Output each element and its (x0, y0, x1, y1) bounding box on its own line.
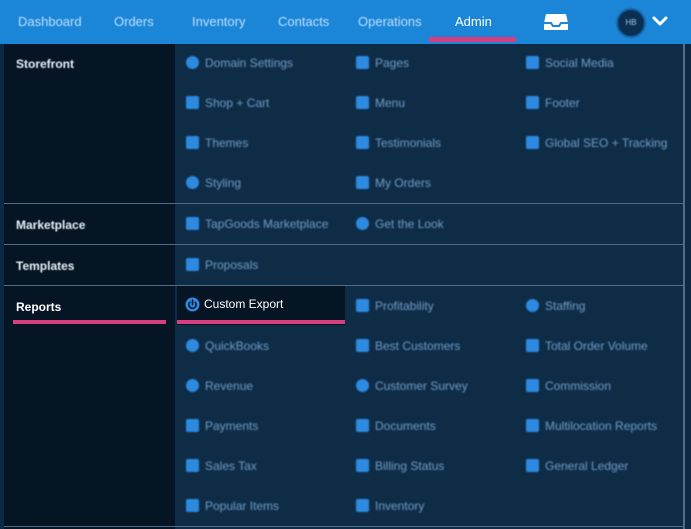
menu-item[interactable]: Styling (186, 173, 241, 193)
chat-icon (356, 136, 369, 149)
menu-item[interactable]: Proposals (186, 255, 258, 275)
users-icon (526, 379, 539, 392)
menu-item[interactable]: Popular Items (186, 496, 279, 516)
divider (4, 203, 685, 204)
trend-icon (526, 136, 539, 149)
menu-item[interactable]: Global SEO + Tracking (526, 133, 667, 153)
thumbs-up-icon (526, 56, 539, 69)
menu-item[interactable]: Multilocation Reports (526, 416, 657, 436)
menu-item[interactable]: Customer Survey (356, 376, 468, 396)
flag-icon (526, 419, 539, 432)
menu-item[interactable]: Documents (356, 416, 436, 436)
menu-item[interactable]: Payments (186, 416, 258, 436)
menu-item[interactable]: Domain Settings (186, 53, 293, 73)
quickbooks-icon (186, 339, 199, 352)
menu-item[interactable]: Inventory (356, 496, 424, 516)
divider (4, 526, 685, 527)
payments-icon (186, 419, 199, 432)
plus-icon (526, 299, 539, 312)
trend-icon (356, 299, 369, 312)
money-bag-icon (186, 379, 199, 392)
document-icon (186, 258, 199, 271)
section-storefront-label: Storefront (16, 57, 74, 71)
section-templates: Templates (4, 245, 175, 285)
footer-icon (526, 96, 539, 109)
menu-item[interactable]: Profitability (356, 296, 434, 316)
section-reports-label: Reports (16, 300, 62, 314)
drop-icon (186, 176, 199, 189)
link-icon (186, 217, 199, 230)
document-icon (356, 419, 369, 432)
globe-icon (186, 56, 199, 69)
menu-item[interactable]: Staffing (526, 296, 585, 316)
clipboard-icon (526, 339, 539, 352)
menu-item[interactable]: Revenue (186, 376, 253, 396)
grid-icon (356, 499, 369, 512)
menu-item[interactable]: General Ledger (526, 456, 628, 476)
menu-item[interactable]: Shop + Cart (186, 93, 269, 113)
themes-icon (186, 136, 199, 149)
top-nav: Dashboard Orders Inventory Contacts Oper… (0, 0, 691, 44)
nav-contacts[interactable]: Contacts (278, 0, 329, 44)
billing-icon (356, 459, 369, 472)
nav-active-underline (429, 37, 516, 42)
trend-icon (526, 459, 539, 472)
globe-icon (356, 379, 369, 392)
chevron-down-icon[interactable] (652, 14, 668, 28)
power-icon (185, 297, 200, 312)
menu-item[interactable]: Best Customers (356, 336, 460, 356)
custom-export-label: Custom Export (204, 297, 284, 311)
menu-item[interactable]: Menu (356, 93, 405, 113)
active-item-underline (177, 320, 345, 324)
menu-item[interactable]: Pages (356, 53, 409, 73)
section-marketplace: Marketplace (4, 204, 175, 244)
cart-icon (356, 176, 369, 189)
menu-item[interactable]: Testimonials (356, 133, 441, 153)
menu-item[interactable]: Commission (526, 376, 611, 396)
menu-item[interactable]: TapGoods Marketplace (186, 214, 328, 234)
menu-item[interactable]: Sales Tax (186, 456, 257, 476)
menu-icon (356, 96, 369, 109)
section-reports-underline (13, 320, 166, 324)
nav-orders[interactable]: Orders (114, 0, 154, 44)
nav-dashboard[interactable]: Dashboard (18, 0, 82, 44)
grid-icon (186, 499, 199, 512)
percent-icon (186, 459, 199, 472)
section-storefront: Storefront (4, 44, 175, 203)
menu-item[interactable]: Total Order Volume (526, 336, 648, 356)
section-marketplace-label: Marketplace (16, 218, 86, 232)
menu-item[interactable]: QuickBooks (186, 336, 269, 356)
users-icon (356, 339, 369, 352)
cart-icon (186, 96, 199, 109)
menu-item[interactable]: Social Media (526, 53, 614, 73)
avatar[interactable]: HB (616, 8, 646, 38)
nav-inventory[interactable]: Inventory (192, 0, 245, 44)
menu-item[interactable]: Get the Look (356, 214, 444, 234)
nav-operations[interactable]: Operations (358, 0, 422, 44)
pages-icon (356, 56, 369, 69)
divider (4, 244, 685, 245)
inbox-icon[interactable] (543, 11, 569, 33)
menu-item[interactable]: Footer (526, 93, 580, 113)
menu-item[interactable]: My Orders (356, 173, 431, 193)
menu-item[interactable]: Themes (186, 133, 248, 153)
star-icon (356, 217, 369, 230)
section-templates-label: Templates (16, 259, 75, 273)
menu-item[interactable]: Billing Status (356, 456, 444, 476)
